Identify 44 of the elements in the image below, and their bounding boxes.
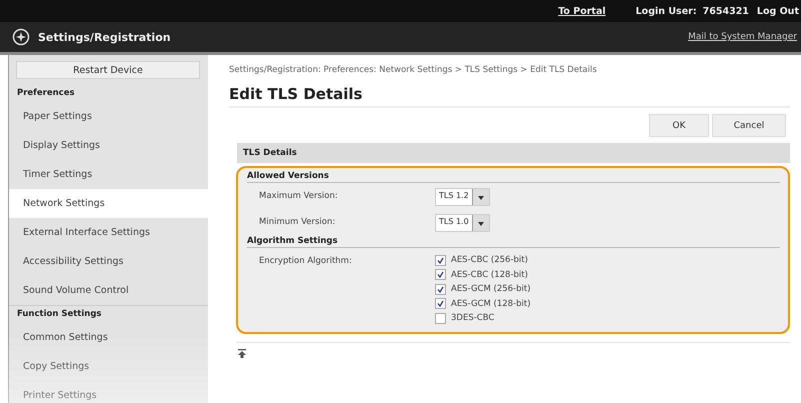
- portal-link[interactable]: To Portal: [558, 6, 606, 16]
- page-top-icon[interactable]: [238, 348, 246, 358]
- sidebar-item[interactable]: Accessibility Settings: [9, 247, 208, 276]
- sidebar-item[interactable]: Copy Settings: [9, 352, 208, 381]
- sidebar-item[interactable]: Common Settings: [9, 323, 208, 352]
- checkbox[interactable]: [435, 284, 446, 295]
- page-title: Edit TLS Details: [229, 85, 790, 108]
- app-title: Settings/Registration: [38, 30, 172, 44]
- version-dropdown[interactable]: TLS 1.0: [435, 214, 490, 232]
- section-heading: Preferences: [16, 87, 76, 100]
- sidebar-item[interactable]: Timer Settings: [9, 160, 208, 189]
- checkbox[interactable]: [435, 298, 446, 310]
- checkbox[interactable]: [435, 269, 446, 280]
- sidebar-item[interactable]: Paper Settings: [9, 102, 208, 131]
- checkbox-label: AES-CBC (128-bit): [451, 270, 528, 280]
- group-heading: Allowed Versions: [247, 170, 780, 183]
- version-dropdown[interactable]: TLS 1.2: [435, 188, 490, 206]
- group-heading: Algorithm Settings: [247, 235, 780, 248]
- field-label: Encryption Algorithm:: [259, 255, 353, 268]
- sidebar-item[interactable]: Display Settings: [9, 131, 208, 160]
- checkbox[interactable]: [435, 312, 446, 324]
- sidebar-item[interactable]: External Interface Settings: [9, 218, 208, 247]
- ok-button[interactable]: OK: [649, 114, 709, 137]
- breadcrumb: Settings/Registration: Preferences: Network Settings > TLS Settings > Edit TLS Details: [229, 65, 598, 75]
- checkbox-label: 3DES-CBC: [451, 313, 494, 324]
- logout-link[interactable]: Log Out: [756, 6, 799, 16]
- field-label: Maximum Version:: [259, 190, 339, 203]
- caret-icon: [478, 196, 484, 200]
- login-label: Login User:: [636, 6, 697, 16]
- login-user: 7654321: [702, 6, 749, 16]
- field-label: Minimum Version:: [259, 216, 336, 229]
- sidebar-item[interactable]: Sound Volume Control: [9, 276, 208, 305]
- restart-device-button[interactable]: Restart Device: [16, 61, 200, 79]
- checkbox[interactable]: [435, 254, 446, 266]
- checkbox-label: AES-CBC (256-bit): [451, 255, 528, 266]
- section-heading: Function Settings: [16, 308, 102, 321]
- mail-link[interactable]: Mail to System Manager: [688, 32, 797, 42]
- cancel-button[interactable]: Cancel: [712, 114, 786, 137]
- caret-icon: [478, 222, 484, 226]
- panel-header: TLS Details: [237, 143, 790, 163]
- settings-icon: [12, 28, 30, 46]
- checkbox-label: AES-GCM (128-bit): [451, 298, 531, 309]
- checkbox-label: AES-GCM (256-bit): [451, 284, 531, 294]
- sidebar-item[interactable]: Network Settings: [9, 189, 208, 218]
